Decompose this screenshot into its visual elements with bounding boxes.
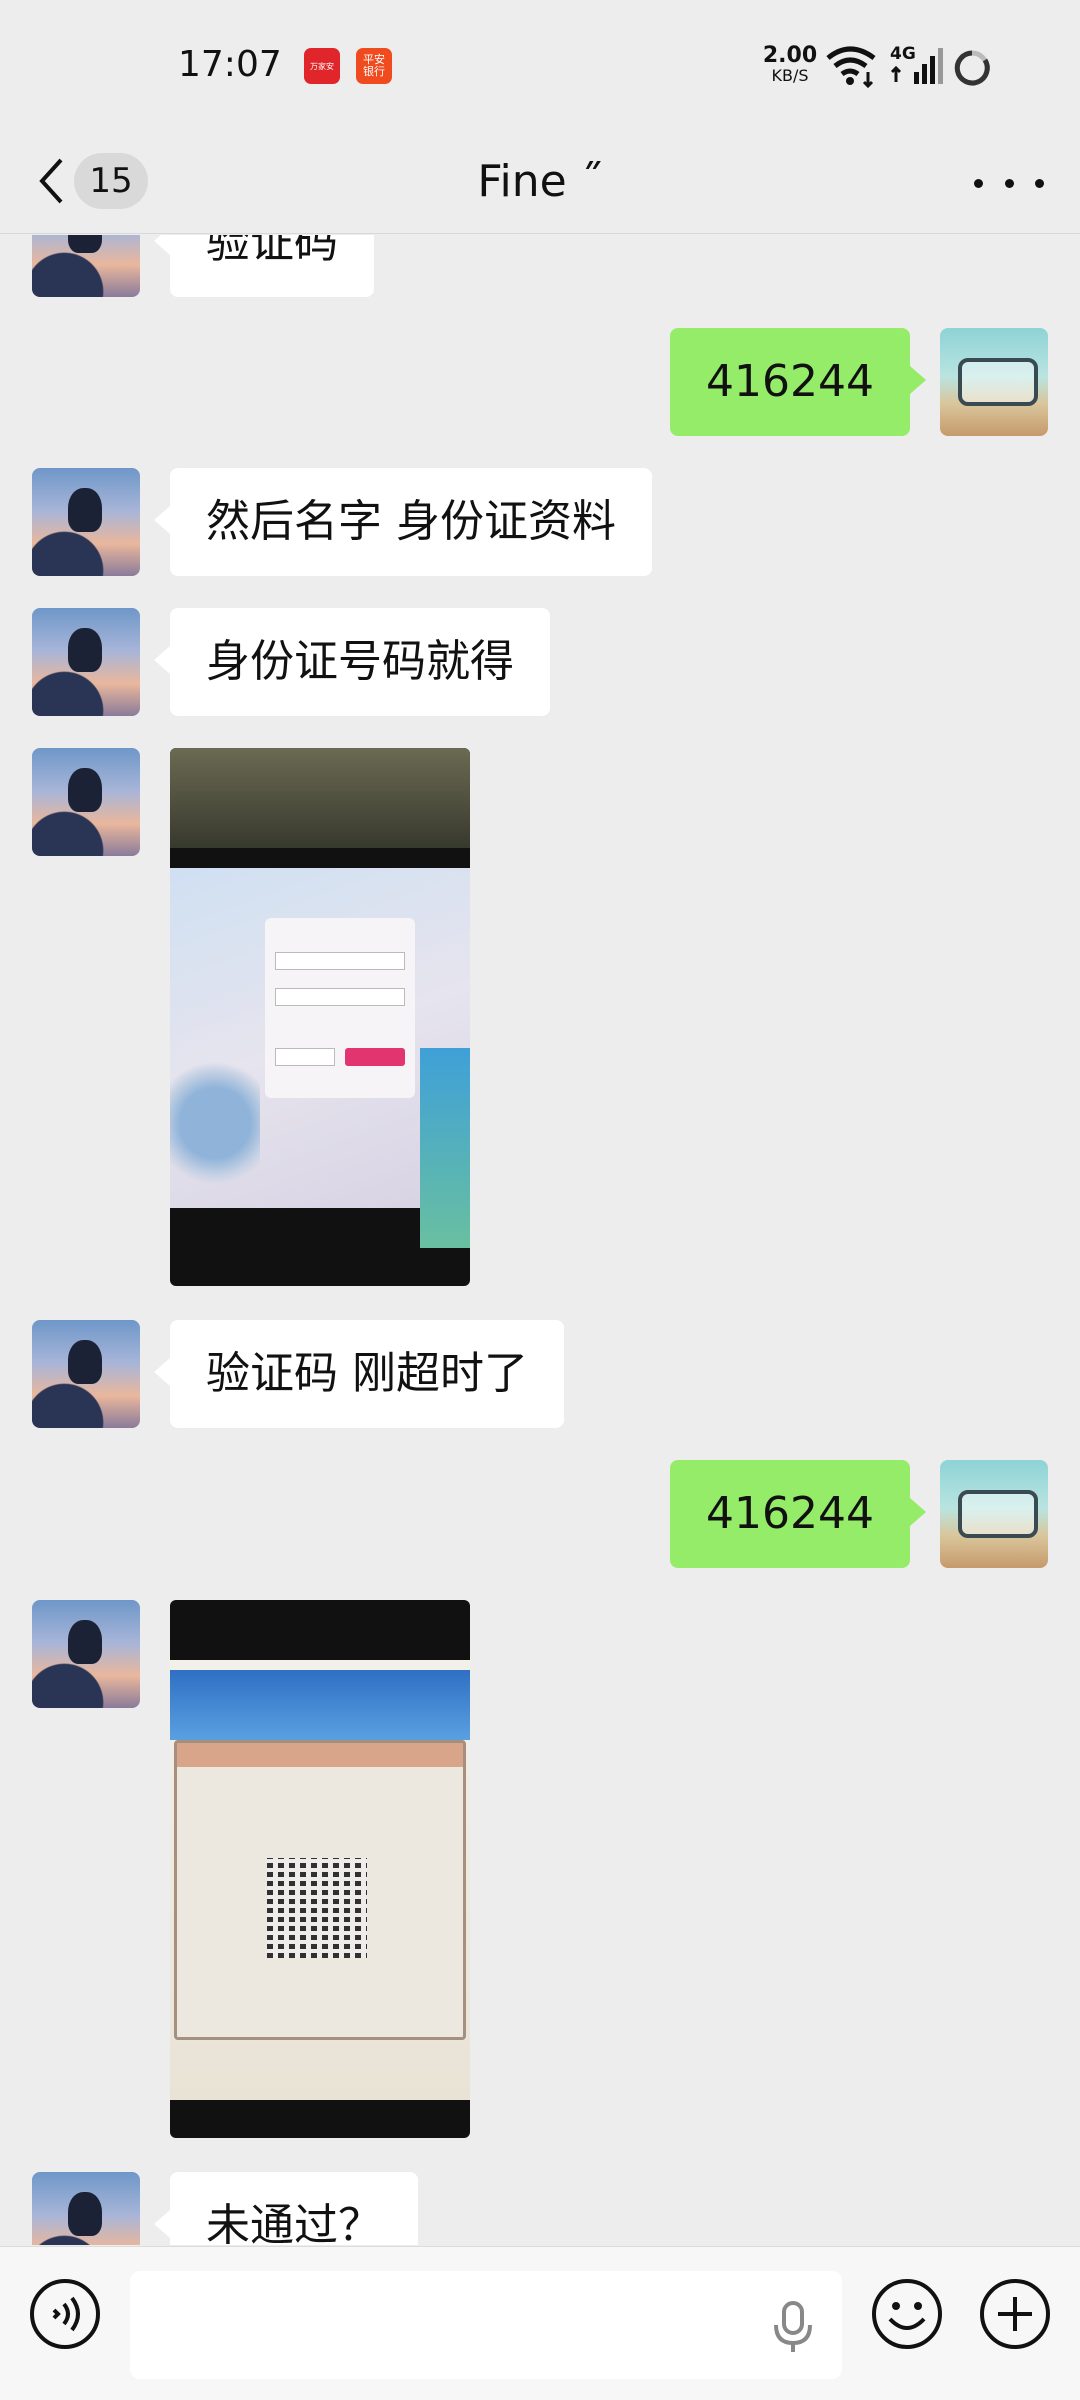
peer-message-bubble[interactable]: 身份证号码就得 — [154, 608, 550, 716]
cellular-signal-icon: 4G — [890, 44, 946, 88]
input-bar — [0, 2246, 1080, 2400]
photo-verification-dialog — [174, 1740, 466, 2040]
photo-login-form — [265, 918, 415, 1098]
peer-message-bubble[interactable]: 然后名字 身份证资料 — [154, 468, 652, 576]
wifi-icon — [826, 46, 876, 88]
chat-title: Fine ˝ — [477, 156, 603, 207]
more-options-button[interactable] — [974, 158, 1044, 208]
status-indicators: 2.00 KB/S 4G — [760, 42, 1080, 92]
app-notification-icon: 万家安 — [304, 48, 340, 84]
net-speed-value: 2.00 — [762, 43, 818, 68]
qr-code-icon — [267, 1858, 367, 1958]
peer-avatar[interactable] — [32, 748, 140, 856]
peer-message-bubble[interactable]: 验证码 — [154, 235, 374, 297]
voice-input-icon[interactable] — [28, 2277, 102, 2351]
peer-avatar[interactable] — [32, 235, 140, 297]
peer-avatar[interactable] — [32, 2172, 140, 2245]
self-message-bubble[interactable]: 416244 — [670, 1460, 926, 1568]
login-screen-photo[interactable] — [170, 748, 470, 1286]
status-bar: 17:07 万家安 平安银行 2.00 KB/S 4G — [0, 0, 1080, 132]
net-speed: 2.00 KB/S — [760, 43, 820, 86]
status-time: 17:07 — [178, 44, 282, 85]
plus-icon[interactable] — [978, 2277, 1052, 2351]
pingan-bank-icon: 平安银行 — [356, 48, 392, 84]
chat-header: 15 Fine ˝ — [0, 132, 1080, 234]
peer-message-bubble[interactable]: 验证码 刚超时了 — [154, 1320, 564, 1428]
self-avatar[interactable] — [940, 328, 1048, 436]
peer-message-bubble[interactable]: 未通过？ — [154, 2172, 418, 2245]
more-dot-icon — [1004, 178, 1014, 188]
qr-verification-photo[interactable] — [170, 1600, 470, 2138]
message-input[interactable] — [130, 2271, 842, 2379]
self-message-bubble[interactable]: 416244 — [670, 328, 926, 436]
peer-avatar[interactable] — [32, 1320, 140, 1428]
peer-avatar[interactable] — [32, 1600, 140, 1708]
self-avatar[interactable] — [940, 1460, 1048, 1568]
peer-avatar[interactable] — [32, 468, 140, 576]
message-list[interactable]: 验证码 416244 然后名字 身份证资料 身份证号码就得 验证码 刚超时了 4… — [0, 235, 1080, 2245]
more-dot-icon — [1035, 178, 1044, 188]
peer-avatar[interactable] — [32, 608, 140, 716]
net-speed-unit: KB/S — [771, 66, 809, 85]
microphone-icon[interactable] — [770, 2299, 816, 2355]
battery-icon — [954, 50, 990, 86]
emoji-icon[interactable] — [870, 2277, 944, 2351]
more-dot-icon — [974, 178, 983, 188]
